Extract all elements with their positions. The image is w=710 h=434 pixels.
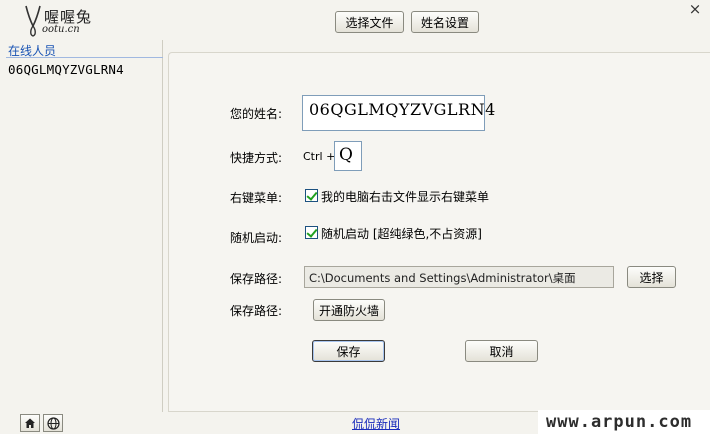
context-menu-option-text[interactable]: 我的电脑右击文件显示右键菜单 — [321, 188, 489, 205]
globe-icon — [46, 416, 60, 430]
close-icon[interactable]: × — [686, 0, 704, 18]
autostart-label: 随机启动: — [230, 231, 283, 245]
save-path-input[interactable]: C:\Documents and Settings\Administrator\… — [304, 266, 614, 288]
context-menu-label: 右键菜单: — [230, 191, 283, 205]
save-button[interactable]: 保存 — [312, 340, 385, 362]
open-firewall-button[interactable]: 开通防火墙 — [313, 299, 385, 321]
globe-button[interactable] — [43, 414, 63, 432]
autostart-checkbox[interactable] — [305, 226, 318, 239]
site-watermark: www.arpun.com — [538, 410, 710, 434]
home-button[interactable] — [20, 414, 40, 432]
shortcut-label: 快捷方式: — [230, 151, 283, 165]
home-icon — [25, 418, 35, 428]
online-user-item[interactable]: 06QGLMQYZVGLRN4 — [8, 62, 124, 77]
choose-path-button[interactable]: 选择 — [627, 266, 676, 288]
online-users-panel: 在线人员 06QGLMQYZVGLRN4 — [0, 40, 163, 412]
rabbit-icon — [25, 5, 41, 37]
select-file-button[interactable]: 选择文件 — [335, 11, 404, 33]
context-menu-checkbox[interactable] — [305, 189, 318, 202]
app-logo: 喔喔兔 ootu.cn — [22, 4, 112, 40]
name-input[interactable]: 06QGLMQYZVGLRN4 — [302, 95, 495, 131]
cancel-button[interactable]: 取消 — [465, 340, 538, 362]
online-users-divider — [6, 57, 163, 58]
shortcut-modifier: Ctrl + — [303, 150, 336, 163]
firewall-row-label: 保存路径: — [230, 304, 283, 318]
save-path-label: 保存路径: — [230, 272, 283, 286]
name-label: 您的姓名: — [230, 107, 283, 121]
autostart-option-text[interactable]: 随机启动 [超纯绿色,不占资源] — [321, 225, 482, 242]
shortcut-key-input[interactable]: Q — [334, 141, 362, 171]
brand-domain: ootu.cn — [42, 24, 80, 35]
news-link[interactable]: 侃侃新闻 — [352, 415, 400, 432]
name-settings-button[interactable]: 姓名设置 — [411, 11, 479, 33]
